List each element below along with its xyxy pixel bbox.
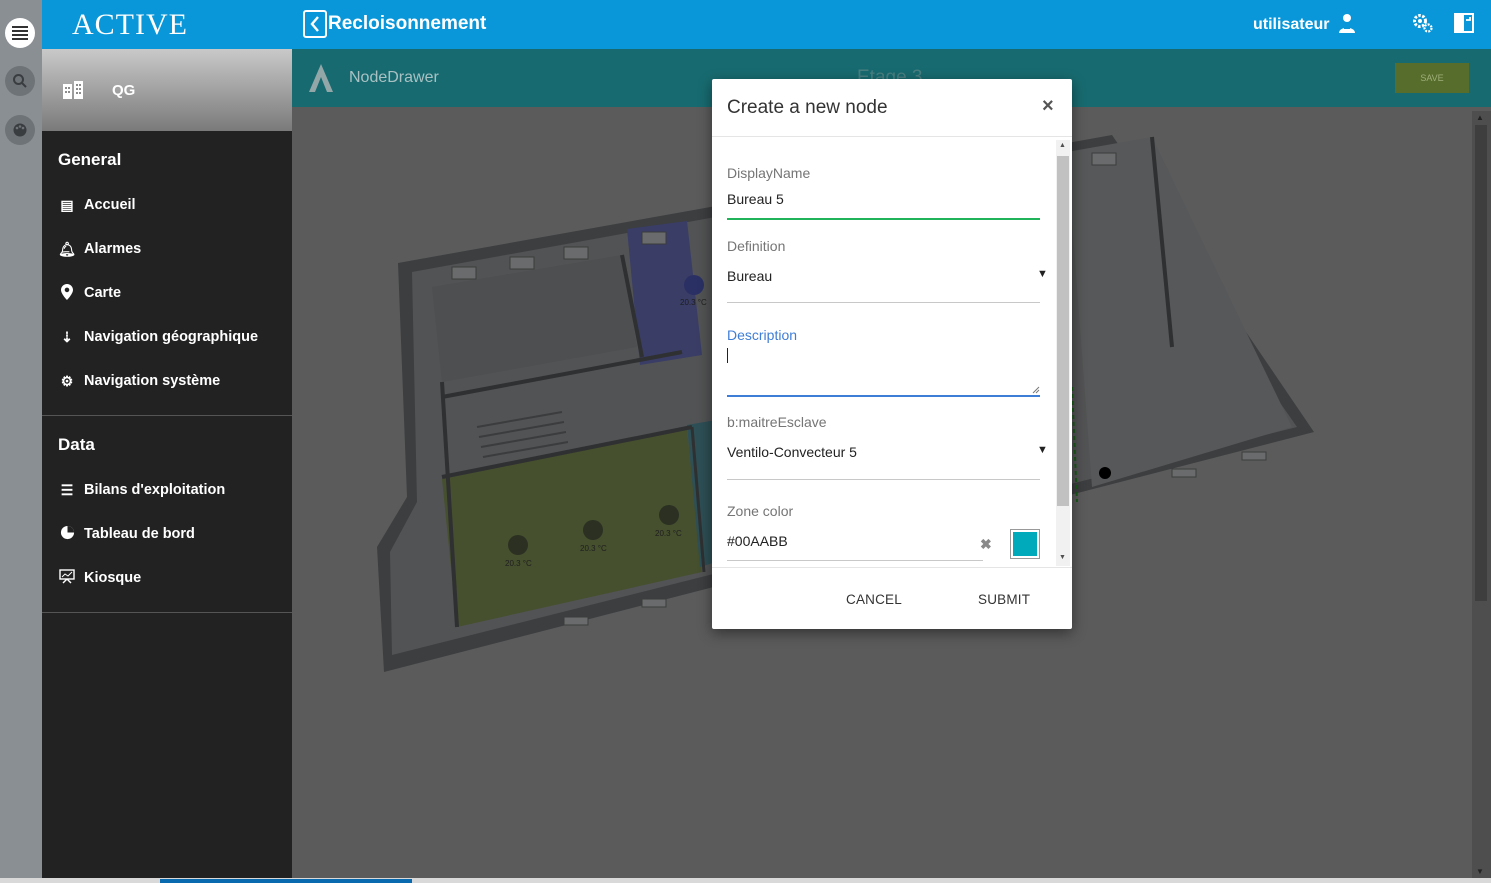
zone-color-underline xyxy=(727,560,983,561)
nav-label: Carte xyxy=(84,285,122,301)
temp-label: 20.3 °C xyxy=(505,559,532,568)
nav-tableau-de-bord[interactable]: Tableau de bord xyxy=(58,524,195,544)
temp-label: 20.3 °C xyxy=(680,298,707,307)
palette-icon xyxy=(13,123,27,137)
back-button[interactable] xyxy=(303,10,327,38)
gears-icon: ⚙ xyxy=(60,372,74,389)
color-swatch[interactable] xyxy=(1010,529,1040,559)
user-name[interactable]: utilisateur xyxy=(1253,16,1329,34)
nav-label: Navigation système xyxy=(84,373,221,389)
description-underline xyxy=(727,395,1040,397)
create-node-dialog: Create a new node × DisplayName Bureau 5… xyxy=(712,79,1072,629)
dropdown-arrow-icon[interactable]: ▼ xyxy=(1037,268,1048,280)
chevron-left-icon xyxy=(310,16,319,32)
save-button[interactable]: SAVE xyxy=(1395,63,1469,93)
section-general: General xyxy=(58,150,122,169)
brand-name: ACTIVE xyxy=(72,7,188,41)
section-data: Data xyxy=(58,435,95,454)
zone-color-input[interactable]: #00AABB xyxy=(727,533,788,549)
dialog-body: DisplayName Bureau 5 Definition Bureau ▼… xyxy=(712,138,1072,566)
cancel-button[interactable]: CANCEL xyxy=(846,592,902,607)
temp-label: 20.3 °C xyxy=(655,529,682,538)
master-label: b:maitreEsclave xyxy=(727,414,827,430)
canvas-scrollbar[interactable]: ▲ ▼ xyxy=(1472,111,1491,883)
scroll-up-arrow-icon[interactable]: ▲ xyxy=(1059,142,1066,149)
nav-navigation-geographique[interactable]: ⇣ Navigation géographique xyxy=(58,327,258,347)
zone-color-label: Zone color xyxy=(727,503,794,519)
user-icon[interactable] xyxy=(1338,12,1356,40)
nav-label: Navigation géographique xyxy=(84,329,259,345)
definition-select[interactable]: Bureau xyxy=(727,268,772,284)
brand-logo[interactable]: ACTIVE xyxy=(42,0,292,49)
dropdown-arrow-icon[interactable]: ▼ xyxy=(1037,444,1048,456)
node-drawer-logo-icon xyxy=(309,64,333,92)
dialog-scrollbar[interactable]: ▲ ▼ xyxy=(1056,140,1070,566)
search-icon xyxy=(13,74,27,88)
text-cursor xyxy=(727,348,728,363)
geo-navigation-icon: ⇣ xyxy=(61,328,73,345)
map-pin-icon xyxy=(58,283,76,303)
node-handle xyxy=(1099,467,1111,479)
scroll-down-arrow-icon[interactable]: ▼ xyxy=(1059,554,1066,561)
nav-alarmes[interactable]: 🔔︎ Alarmes xyxy=(58,239,141,259)
close-icon[interactable]: × xyxy=(1042,95,1054,118)
scroll-up-arrow-icon[interactable]: ▲ xyxy=(1476,113,1484,122)
nav-navigation-systeme[interactable]: ⚙ Navigation système xyxy=(58,371,220,391)
scroll-thumb[interactable] xyxy=(1475,125,1487,601)
display-name-input[interactable]: Bureau 5 xyxy=(727,191,784,207)
icon-rail xyxy=(0,0,42,883)
nav-label: Tableau de bord xyxy=(84,526,195,542)
building-icon xyxy=(63,81,83,99)
nav-accueil[interactable]: ▤ Accueil xyxy=(58,195,136,215)
description-label: Description xyxy=(727,327,798,343)
site-selector[interactable]: QG xyxy=(42,49,292,131)
dialog-title: Create a new node xyxy=(727,97,888,118)
nav-bilans[interactable]: ☰ Bilans d'exploitation xyxy=(58,480,226,500)
top-bar: Recloisonnement utilisateur xyxy=(292,0,1491,49)
definition-label: Definition xyxy=(727,238,786,254)
dialog-footer: CANCEL SUBMIT xyxy=(712,567,1072,629)
menu-button[interactable] xyxy=(5,18,35,48)
color-swatch-fill xyxy=(1013,532,1037,556)
home-icon: ▤ xyxy=(60,196,74,213)
nav-label: Bilans d'exploitation xyxy=(84,482,226,498)
clear-icon[interactable]: ✖ xyxy=(980,536,992,553)
bell-icon: 🔔︎ xyxy=(58,240,76,257)
settings-icon[interactable] xyxy=(1412,12,1434,40)
logout-icon[interactable] xyxy=(1453,12,1475,40)
palette-button[interactable] xyxy=(5,115,35,145)
sidebar-divider xyxy=(42,612,292,613)
list-icon: ☰ xyxy=(60,481,74,498)
master-select[interactable]: Ventilo-Convecteur 5 xyxy=(727,444,857,460)
search-button[interactable] xyxy=(5,66,35,96)
nav-carte[interactable]: Carte xyxy=(58,283,121,303)
pie-chart-icon xyxy=(58,525,76,543)
dialog-scroll-thumb[interactable] xyxy=(1057,156,1069,506)
resize-grip-icon[interactable] xyxy=(1032,386,1040,394)
nav-kiosque[interactable]: Kiosque xyxy=(58,568,141,588)
sidebar-divider xyxy=(42,415,292,416)
bottom-scrollbar[interactable] xyxy=(0,878,1491,883)
sidebar: ACTIVE QG General ▤ Accueil 🔔︎ Alarmes C… xyxy=(42,0,292,883)
definition-underline xyxy=(727,302,1040,303)
bottom-scroll-thumb[interactable] xyxy=(160,879,412,883)
app-root: ACTIVE QG General ▤ Accueil 🔔︎ Alarmes C… xyxy=(0,0,1491,883)
scroll-down-arrow-icon[interactable]: ▼ xyxy=(1476,867,1484,876)
nav-label: Alarmes xyxy=(84,241,142,257)
master-underline xyxy=(727,479,1040,480)
display-name-label: DisplayName xyxy=(727,165,811,181)
site-label: QG xyxy=(112,81,136,99)
dialog-header: Create a new node × xyxy=(712,79,1072,137)
hamburger-icon xyxy=(12,26,28,40)
temp-label: 20.3 °C xyxy=(580,544,607,553)
display-name-underline xyxy=(727,218,1040,220)
node-drawer-label: NodeDrawer xyxy=(349,69,439,86)
nav-label: Kiosque xyxy=(84,570,142,586)
page-title: Recloisonnement xyxy=(328,13,487,34)
presentation-icon xyxy=(58,569,76,587)
submit-button[interactable]: SUBMIT xyxy=(978,592,1030,607)
nav-label: Accueil xyxy=(84,197,136,213)
